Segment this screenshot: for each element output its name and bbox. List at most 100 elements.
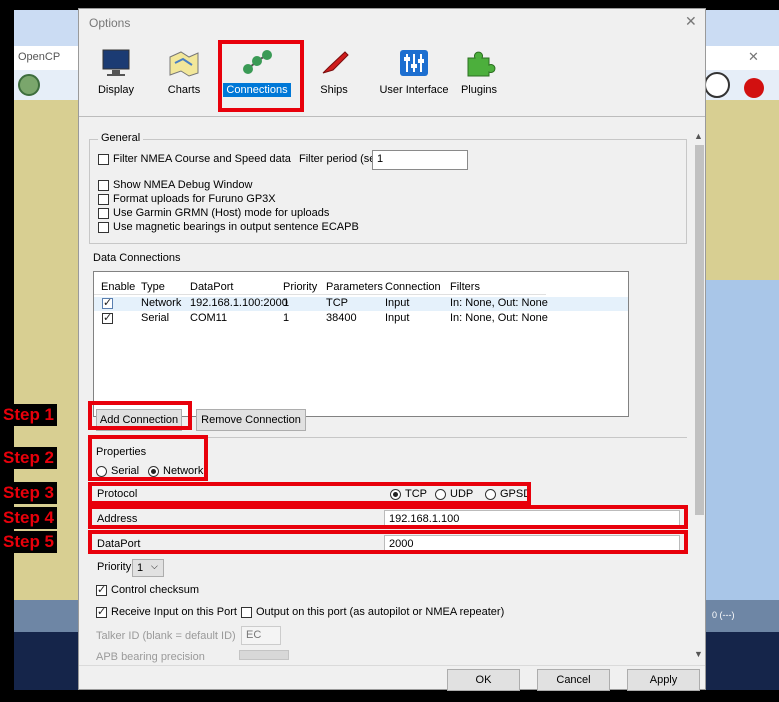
tab-connections-label: Connections [223,83,291,97]
background-status-text: 0 (---) [712,610,735,620]
magnetic-bearings-label: Use magnetic bearings in output sentence… [113,221,359,233]
udp-radio[interactable]: UDP [435,488,473,500]
step-4-label: Step 4 [0,507,58,529]
zoom-in-icon[interactable] [18,74,40,96]
tab-connections[interactable]: Connections [222,49,292,97]
table-row[interactable]: Serial COM11 1 38400 Input In: None, Out… [94,311,628,326]
tcp-radio[interactable]: TCP [390,488,427,500]
column-header-dataport[interactable]: DataPort [190,281,233,293]
tab-ships-label: Ships [320,84,348,96]
scroll-up-icon[interactable]: ▲ [694,131,703,141]
filter-nmea-box[interactable] [98,153,109,165]
add-connection-button[interactable]: Add Connection [96,409,182,431]
background-app-title: OpenCP [18,51,61,63]
row-filters: In: None, Out: None [450,312,548,324]
talker-id-label: Talker ID (blank = default ID) [96,630,236,642]
row-enable-checkbox[interactable] [102,296,113,309]
options-dialog: Options ✕ Display Charts Connections Shi… [78,8,706,691]
gpsd-radio-dot[interactable] [485,488,496,500]
priority-select-value: 1 [137,562,144,574]
tracking-icon[interactable] [744,78,764,98]
serial-radio-dot[interactable] [96,465,107,477]
output-port-checkbox[interactable]: Output on this port (as autopilot or NME… [241,606,504,618]
cancel-button[interactable]: Cancel [537,669,610,691]
column-header-type[interactable]: Type [141,281,165,293]
priority-select[interactable]: 1 ⌵ [132,559,164,577]
network-radio-label: Network [163,465,204,477]
puzzle-icon [467,51,496,77]
table-row[interactable]: Network 192.168.1.100:2000 1 TCP Input I… [94,296,628,311]
apb-precision-select[interactable] [239,650,289,660]
control-checksum-checkbox[interactable]: Control checksum [96,583,200,596]
monitor-icon [102,49,130,76]
row-parameters: TCP [326,297,348,309]
properties-title: Properties [96,446,147,458]
tab-user-interface-label: User Interface [379,84,449,96]
ok-button[interactable]: OK [447,669,520,691]
serial-radio-label: Serial [111,465,140,477]
compass-icon[interactable] [704,72,730,98]
network-icon [243,50,272,74]
tcp-radio-dot[interactable] [390,488,401,500]
sliders-icon [400,50,428,76]
tab-display[interactable]: Display [81,49,151,97]
column-header-priority[interactable]: Priority [283,281,317,293]
background-close-icon[interactable]: ✕ [748,49,759,65]
scrollbar-thumb[interactable] [695,145,704,515]
step-5-label: Step 5 [0,531,58,553]
row-priority: 1 [283,312,290,324]
magnetic-bearings-box[interactable] [98,221,109,233]
dataport-label: DataPort [97,538,141,550]
connections-table[interactable]: Enable Type DataPort Priority Parameters… [93,271,629,417]
remove-connection-button[interactable]: Remove Connection [196,409,306,431]
section-divider [89,437,687,438]
receive-input-box[interactable] [96,605,107,618]
row-priority: 1 [283,297,290,309]
scroll-down-icon[interactable]: ▼ [694,649,703,659]
control-checksum-label: Control checksum [111,584,200,596]
column-header-filters[interactable]: Filters [450,281,480,293]
tab-plugins[interactable]: Plugins [444,49,514,97]
row-type: Serial [141,312,170,324]
row-enable-checkbox[interactable] [102,311,113,324]
furuno-box[interactable] [98,193,109,205]
serial-radio[interactable]: Serial [96,465,139,477]
gpsd-radio[interactable]: GPSD [485,488,531,500]
chevron-down-icon: ⌵ [151,561,158,571]
garmin-label: Use Garmin GRMN (Host) mode for uploads [113,207,330,219]
udp-radio-dot[interactable] [435,488,446,500]
filter-period-input[interactable]: 1 [372,150,468,170]
furuno-checkbox[interactable]: Format uploads for Furuno GP3X [98,193,276,205]
network-radio[interactable]: Network [148,465,203,477]
talker-id-input[interactable]: EC [241,626,281,645]
footer-divider [79,665,705,666]
apply-button[interactable]: Apply [627,669,700,691]
tab-charts[interactable]: Charts [149,49,219,97]
control-checksum-box[interactable] [96,583,107,596]
receive-input-checkbox[interactable]: Receive Input on this Port [96,605,237,618]
output-port-box[interactable] [241,606,252,618]
filter-nmea-label: Filter NMEA Course and Speed data [113,153,291,165]
close-icon[interactable]: ✕ [685,13,697,30]
tab-ships[interactable]: Ships [299,49,369,97]
general-group-title: General [98,132,144,144]
filter-nmea-checkbox[interactable]: Filter NMEA Course and Speed data [98,153,291,165]
address-input[interactable]: 192.168.1.100 [384,510,680,528]
magnetic-bearings-checkbox[interactable]: Use magnetic bearings in output sentence… [98,221,359,233]
garmin-box[interactable] [98,207,109,219]
garmin-checkbox[interactable]: Use Garmin GRMN (Host) mode for uploads [98,207,329,219]
dataport-input[interactable]: 2000 [384,535,680,553]
column-header-parameters[interactable]: Parameters [326,281,383,293]
apb-precision-label: APB bearing precision [96,651,205,663]
network-radio-dot[interactable] [148,465,159,477]
debug-window-box[interactable] [98,179,109,191]
column-header-enable[interactable]: Enable [101,281,135,293]
debug-window-checkbox[interactable]: Show NMEA Debug Window [98,179,252,191]
step-3-label: Step 3 [0,482,58,504]
tcp-radio-label: TCP [405,488,427,500]
general-group: General Filter NMEA Course and Speed dat… [89,132,687,244]
row-connection: Input [385,297,410,309]
tab-display-label: Display [97,84,135,96]
step-2-label: Step 2 [0,447,58,469]
column-header-connection[interactable]: Connection [385,281,441,293]
